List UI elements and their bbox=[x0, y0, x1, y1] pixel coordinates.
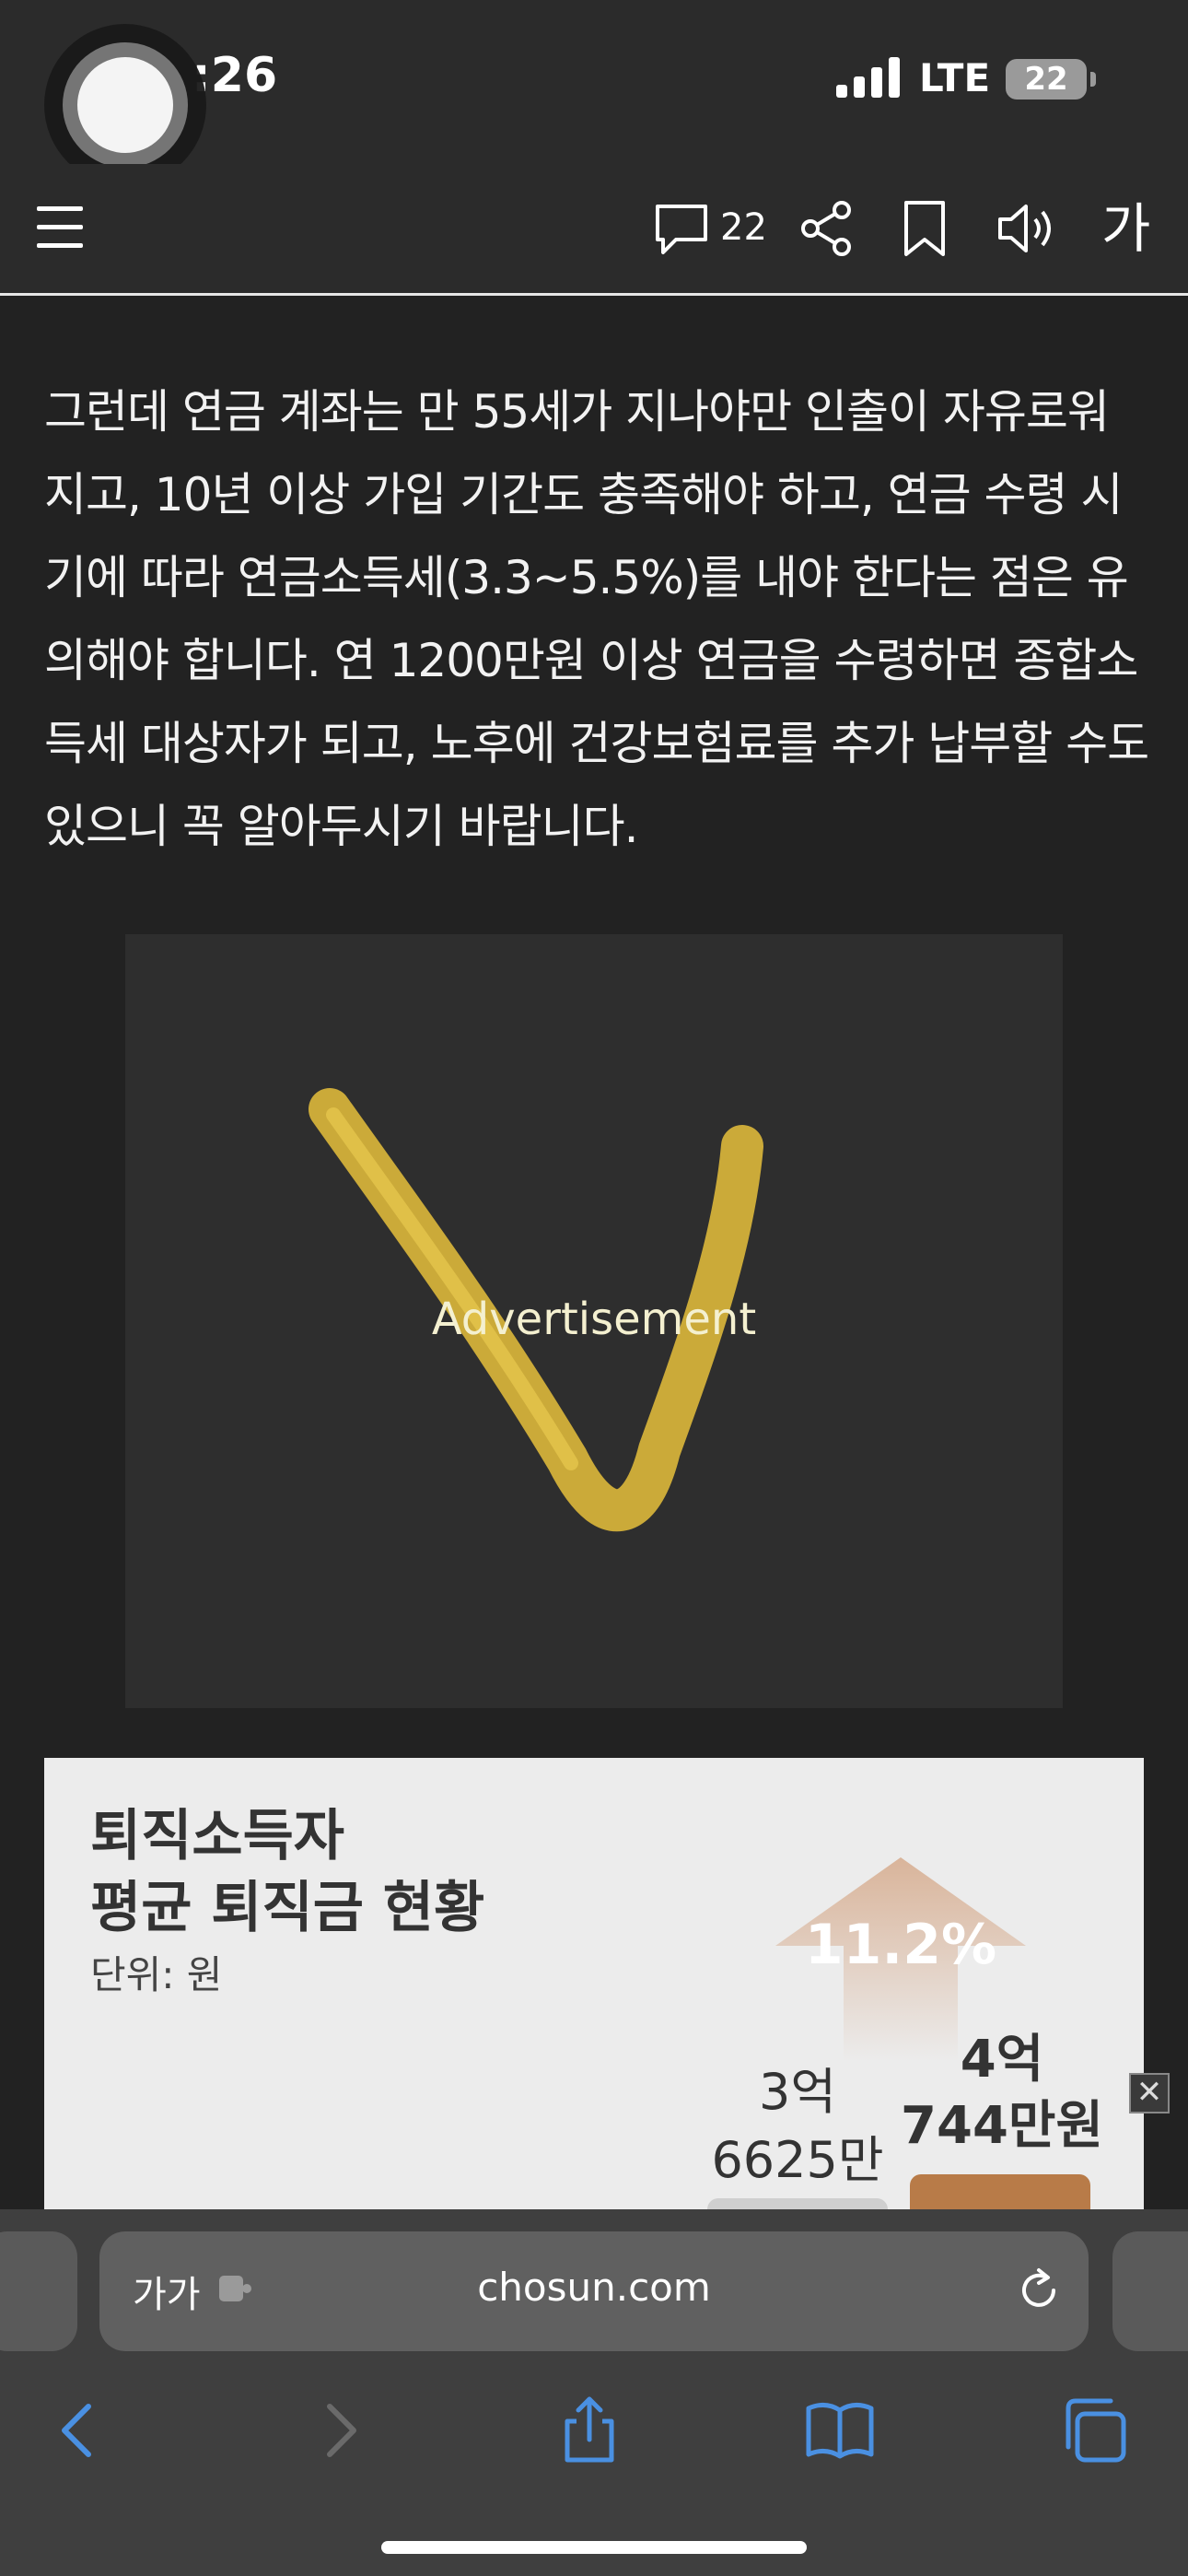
share-sheet-icon[interactable] bbox=[553, 2394, 626, 2467]
share-button[interactable] bbox=[798, 192, 862, 265]
close-ad-button[interactable]: ✕ bbox=[1129, 2073, 1170, 2113]
url-text: chosun.com bbox=[477, 2265, 711, 2310]
network-type: LTE bbox=[919, 55, 991, 100]
cellular-signal-icon bbox=[836, 57, 900, 98]
assistive-touch-button[interactable] bbox=[44, 24, 206, 186]
chevron-right-icon[interactable] bbox=[302, 2394, 376, 2467]
bar-current-label-1: 4억 bbox=[960, 2030, 1044, 2090]
advertisement-label: Advertisement bbox=[431, 1294, 757, 1345]
bookmark-icon bbox=[904, 201, 945, 256]
next-tab-preview[interactable] bbox=[1112, 2231, 1188, 2351]
speaker-icon bbox=[998, 205, 1051, 252]
book-icon[interactable] bbox=[803, 2394, 877, 2467]
menu-button[interactable] bbox=[33, 192, 88, 265]
comment-bubble-icon bbox=[656, 205, 707, 254]
advertisement[interactable]: Advertisement bbox=[125, 934, 1063, 1708]
browser-toolbar: 가가 chosun.com bbox=[0, 2209, 1188, 2576]
previous-tab-preview[interactable] bbox=[0, 2231, 77, 2351]
chart-unit: 단위: 원 bbox=[90, 1952, 223, 1997]
font-size-button[interactable]: 가 bbox=[1101, 192, 1166, 265]
comments-button[interactable]: 22 bbox=[652, 192, 772, 265]
infographic-chart: 퇴직소득자 평균 퇴직금 현황 단위: 원 11.2% 3억 6625만 4억 … bbox=[44, 1758, 1144, 2219]
tabs-icon[interactable] bbox=[1057, 2394, 1131, 2467]
article-toolbar: 22 가 bbox=[0, 164, 1188, 296]
assistive-touch-dot bbox=[77, 57, 173, 153]
address-bar[interactable]: 가가 chosun.com bbox=[99, 2231, 1089, 2351]
bar-previous-label-1: 3억 bbox=[758, 2063, 837, 2121]
growth-percent: 11.2% bbox=[804, 1913, 997, 1977]
battery-cap bbox=[1090, 72, 1096, 87]
bar-current-label-2: 744만원 bbox=[901, 2096, 1103, 2156]
chart-title-line1: 퇴직소득자 bbox=[90, 1804, 344, 1868]
chart-title-line2: 평균 퇴직금 현황 bbox=[90, 1876, 485, 1940]
battery-icon: 22 bbox=[1006, 59, 1087, 100]
read-aloud-button[interactable] bbox=[996, 192, 1061, 265]
article-paragraph: 그런데 연금 계좌는 만 55세가 지나야만 인출이 자유로워지고, 10년 이… bbox=[44, 385, 1149, 853]
battery-level: 22 bbox=[1024, 61, 1068, 98]
chevron-left-icon[interactable] bbox=[42, 2394, 116, 2467]
share-icon bbox=[801, 201, 851, 256]
reload-icon[interactable] bbox=[1011, 2263, 1066, 2318]
bookmark-button[interactable] bbox=[899, 192, 954, 265]
home-indicator[interactable] bbox=[381, 2541, 807, 2554]
comment-count: 22 bbox=[720, 206, 767, 249]
